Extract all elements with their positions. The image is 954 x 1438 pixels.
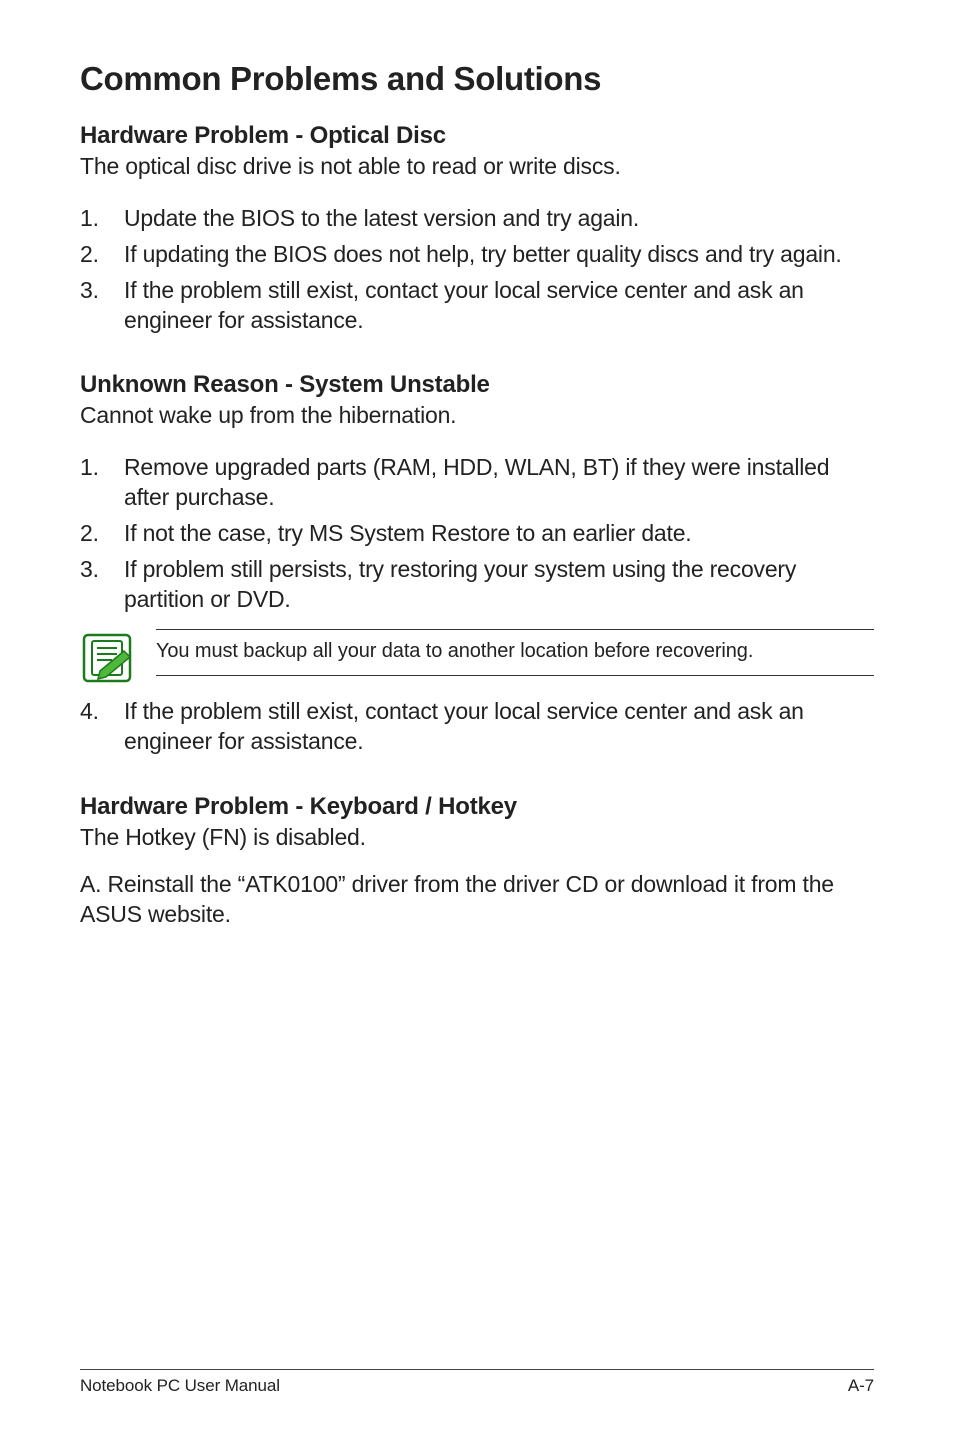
list-item: 3. If the problem still exist, contact y… [80,276,874,336]
list-item: 1. Remove upgraded parts (RAM, HDD, WLAN… [80,453,874,513]
list-text: If not the case, try MS System Restore t… [124,519,874,549]
list-number: 2. [80,519,124,549]
note-callout: You must backup all your data to another… [80,629,874,683]
page-title: Common Problems and Solutions [80,60,874,98]
section-keyboard-hotkey: Hardware Problem - Keyboard / Hotkey The… [80,793,874,931]
footer-left: Notebook PC User Manual [80,1376,280,1396]
list-item: 1. Update the BIOS to the latest version… [80,204,874,234]
list-number: 3. [80,276,124,336]
list-text: Update the BIOS to the latest version an… [124,204,874,234]
list-number: 4. [80,697,124,757]
section-body: A. Reinstall the “ATK0100” driver from t… [80,870,874,930]
section-optical-disc: Hardware Problem - Optical Disc The opti… [80,122,874,335]
note-text: You must backup all your data to another… [156,638,874,665]
list-text: If the problem still exist, contact your… [124,697,874,757]
list-number: 2. [80,240,124,270]
section-intro: The Hotkey (FN) is disabled. [80,823,874,853]
list-item: 2. If not the case, try MS System Restor… [80,519,874,549]
note-text-wrap: You must backup all your data to another… [156,629,874,676]
list-item: 2. If updating the BIOS does not help, t… [80,240,874,270]
list-item: 4. If the problem still exist, contact y… [80,697,874,757]
list-number: 1. [80,453,124,513]
list-text: If the problem still exist, contact your… [124,276,874,336]
section-heading: Unknown Reason - System Unstable [80,371,874,399]
section-intro: The optical disc drive is not able to re… [80,152,874,182]
page-footer: Notebook PC User Manual A-7 [80,1369,874,1396]
list-text: If problem still persists, try restoring… [124,555,874,615]
list-item: 3. If problem still persists, try restor… [80,555,874,615]
list-text: If updating the BIOS does not help, try … [124,240,874,270]
section-heading: Hardware Problem - Keyboard / Hotkey [80,793,874,821]
footer-right: A-7 [848,1376,874,1396]
list-text: Remove upgraded parts (RAM, HDD, WLAN, B… [124,453,874,513]
note-icon [82,633,132,683]
section-system-unstable: Unknown Reason - System Unstable Cannot … [80,371,874,756]
section-intro: Cannot wake up from the hibernation. [80,401,874,431]
list-number: 1. [80,204,124,234]
list-number: 3. [80,555,124,615]
section-heading: Hardware Problem - Optical Disc [80,122,874,150]
